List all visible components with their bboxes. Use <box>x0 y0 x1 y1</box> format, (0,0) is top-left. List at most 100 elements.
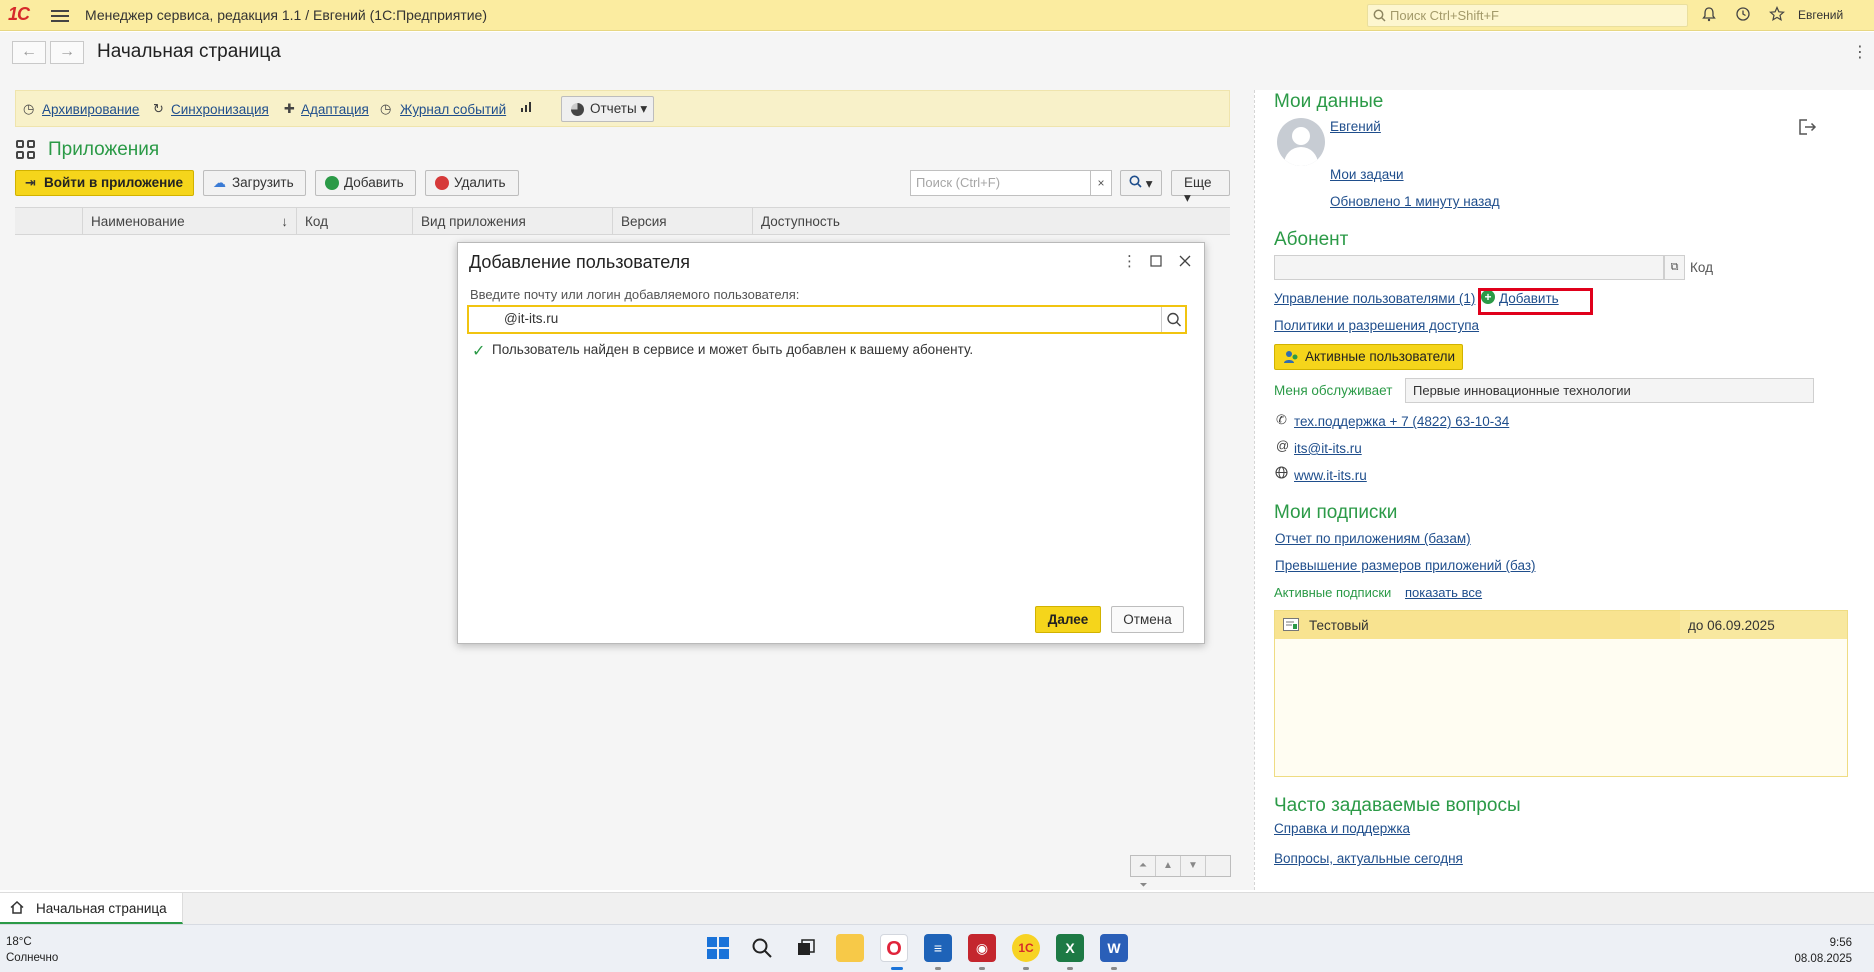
adapt-link[interactable]: Адаптация <box>301 102 369 117</box>
clear-search-button[interactable]: × <box>1090 170 1112 196</box>
app-indicator <box>979 967 985 970</box>
search-options-button[interactable]: ▾ <box>1120 170 1162 196</box>
open-subscriber-icon[interactable]: ⧉ <box>1664 255 1685 280</box>
user-link[interactable]: Евгений <box>1330 119 1381 134</box>
scroll-top-button[interactable]: ⏶ <box>1131 856 1156 876</box>
app-indicator <box>935 967 941 970</box>
globe-icon <box>1275 466 1288 482</box>
app-indicator <box>1111 967 1117 970</box>
more-button[interactable]: Еще ▾ <box>1171 170 1230 205</box>
report-apps-link[interactable]: Отчет по приложениям (базам) <box>1275 531 1471 546</box>
forward-button[interactable]: → <box>50 41 84 64</box>
subscriptions-list: Тестовый до 06.09.2025 <box>1274 610 1848 777</box>
column-version[interactable]: Версия <box>612 208 752 235</box>
maximize-icon[interactable] <box>1150 254 1162 271</box>
sync-link[interactable]: Синхронизация <box>171 102 269 117</box>
exceed-link[interactable]: Превышение размеров приложений (баз) <box>1275 558 1536 573</box>
weather-widget[interactable]: 18°C Солнечно <box>6 934 58 966</box>
search-icon[interactable] <box>748 934 776 962</box>
page-title: Начальная страница <box>97 41 281 62</box>
dialog-menu-icon[interactable]: ⋮ <box>1122 252 1137 270</box>
show-all-link[interactable]: показать все <box>1405 585 1482 600</box>
active-app-indicator <box>891 967 903 970</box>
archive-link[interactable]: Архивирование <box>42 102 139 117</box>
bell-icon[interactable] <box>1699 6 1719 26</box>
pie-chart-icon <box>571 103 584 116</box>
scroll-up-button[interactable]: ▲ <box>1156 856 1181 876</box>
1c-enterprise-icon[interactable]: 1С <box>1012 934 1040 962</box>
faq-title: Часто задаваемые вопросы <box>1274 795 1521 816</box>
document-icon <box>1283 618 1299 634</box>
next-button[interactable]: Далее <box>1035 606 1101 633</box>
cancel-button[interactable]: Отмена <box>1111 606 1184 633</box>
os-taskbar: 18°C Солнечно O ≡ ◉ 1С X W 9:56 08.08.20… <box>0 924 1874 972</box>
close-icon[interactable] <box>1179 254 1191 271</box>
active-users-button[interactable]: Активные пользователи <box>1274 344 1463 370</box>
manage-users-link[interactable]: Управление пользователями (1) <box>1274 291 1475 306</box>
current-user[interactable]: Евгений <box>1798 8 1843 22</box>
windows-start-icon[interactable] <box>704 934 732 962</box>
puzzle-icon: ✚ <box>284 101 295 116</box>
table-scroll-buttons: ⏶ ▲ ▼ ⏷ <box>1130 855 1231 891</box>
notepad-icon[interactable]: ≡ <box>924 934 952 962</box>
user-found-message: Пользователь найден в сервисе и может бы… <box>492 342 974 357</box>
updated-link[interactable]: Обновлено 1 минуту назад <box>1330 194 1500 209</box>
column-code[interactable]: Код <box>296 208 412 235</box>
login-input[interactable]: @it-its.ru <box>467 305 1187 334</box>
active-subs-label: Активные подписки <box>1274 585 1392 600</box>
task-view-icon[interactable] <box>792 934 820 962</box>
more-options-icon[interactable]: ⋮ <box>1852 42 1868 62</box>
served-by-field[interactable]: Первые инновационные технологии <box>1405 378 1814 403</box>
list-item[interactable]: Тестовый до 06.09.2025 <box>1275 611 1847 639</box>
served-by-label: Меня обслуживает <box>1274 383 1393 398</box>
phone-link[interactable]: тех.поддержка + 7 (4822) 63-10-34 <box>1294 414 1509 429</box>
help-link[interactable]: Справка и поддержка <box>1274 821 1410 836</box>
upload-button[interactable]: ☁ Загрузить <box>203 170 306 196</box>
bar-chart-icon[interactable] <box>520 101 532 116</box>
journal-link[interactable]: Журнал событий <box>400 102 506 117</box>
global-search-input[interactable]: Поиск Ctrl+Shift+F <box>1367 4 1688 27</box>
history-icon[interactable] <box>1733 6 1753 26</box>
logout-icon[interactable] <box>1798 118 1818 139</box>
site-link[interactable]: www.it-its.ru <box>1294 468 1367 483</box>
column-name[interactable]: Наименование ↓ <box>82 208 296 235</box>
subscriber-name-field[interactable] <box>1274 255 1664 280</box>
remote-app-icon[interactable]: ◉ <box>968 934 996 962</box>
policies-link[interactable]: Политики и разрешения доступа <box>1274 318 1479 333</box>
menu-icon[interactable] <box>51 7 69 23</box>
email-link[interactable]: its@it-its.ru <box>1294 441 1362 456</box>
system-clock[interactable]: 9:56 08.08.2025 <box>1794 935 1852 967</box>
logo-1c-icon[interactable]: 1С <box>8 4 40 26</box>
faq-today-link[interactable]: Вопросы, актуальные сегодня <box>1274 851 1463 866</box>
column-app-type[interactable]: Вид приложения <box>412 208 612 235</box>
archive-icon: ◷ <box>23 101 35 116</box>
tab-home[interactable]: Начальная страница <box>0 893 183 924</box>
enter-app-button[interactable]: ⇥ Войти в приложение <box>15 170 194 196</box>
scroll-down-button[interactable]: ▼ <box>1181 856 1206 876</box>
home-icon <box>10 900 24 917</box>
apps-search-input[interactable]: Поиск (Ctrl+F) <box>910 170 1091 196</box>
excel-icon[interactable]: X <box>1056 934 1084 962</box>
email-icon: @ <box>1276 438 1290 453</box>
title-bar: 1С Менеджер сервиса, редакция 1.1 / Евге… <box>0 0 1874 31</box>
word-icon[interactable]: W <box>1100 934 1128 962</box>
command-panel: ◷ Архивирование ↻ Синхронизация ✚ Адапта… <box>15 90 1230 127</box>
phone-icon: ✆ <box>1276 412 1287 427</box>
file-explorer-icon[interactable] <box>836 934 864 962</box>
subscriptions-title: Мои подписки <box>1274 502 1398 523</box>
highlight-box <box>1478 288 1593 315</box>
reports-button[interactable]: Отчеты ▾ <box>561 96 654 122</box>
sync-icon: ↻ <box>153 101 164 116</box>
delete-app-button[interactable]: Удалить <box>425 170 519 196</box>
opera-browser-icon[interactable]: O <box>880 934 908 962</box>
back-button[interactable]: ← <box>12 41 46 64</box>
column-availability[interactable]: Доступность <box>752 208 1230 235</box>
enter-icon: ⇥ <box>25 175 36 190</box>
open-tabs-bar: Начальная страница <box>0 892 1874 924</box>
avatar <box>1277 118 1325 166</box>
add-app-button[interactable]: Добавить <box>315 170 416 196</box>
search-icon[interactable] <box>1161 307 1185 332</box>
apps-title: Приложения <box>48 139 160 160</box>
my-tasks-link[interactable]: Мои задачи <box>1330 167 1404 182</box>
star-icon[interactable] <box>1767 6 1787 26</box>
